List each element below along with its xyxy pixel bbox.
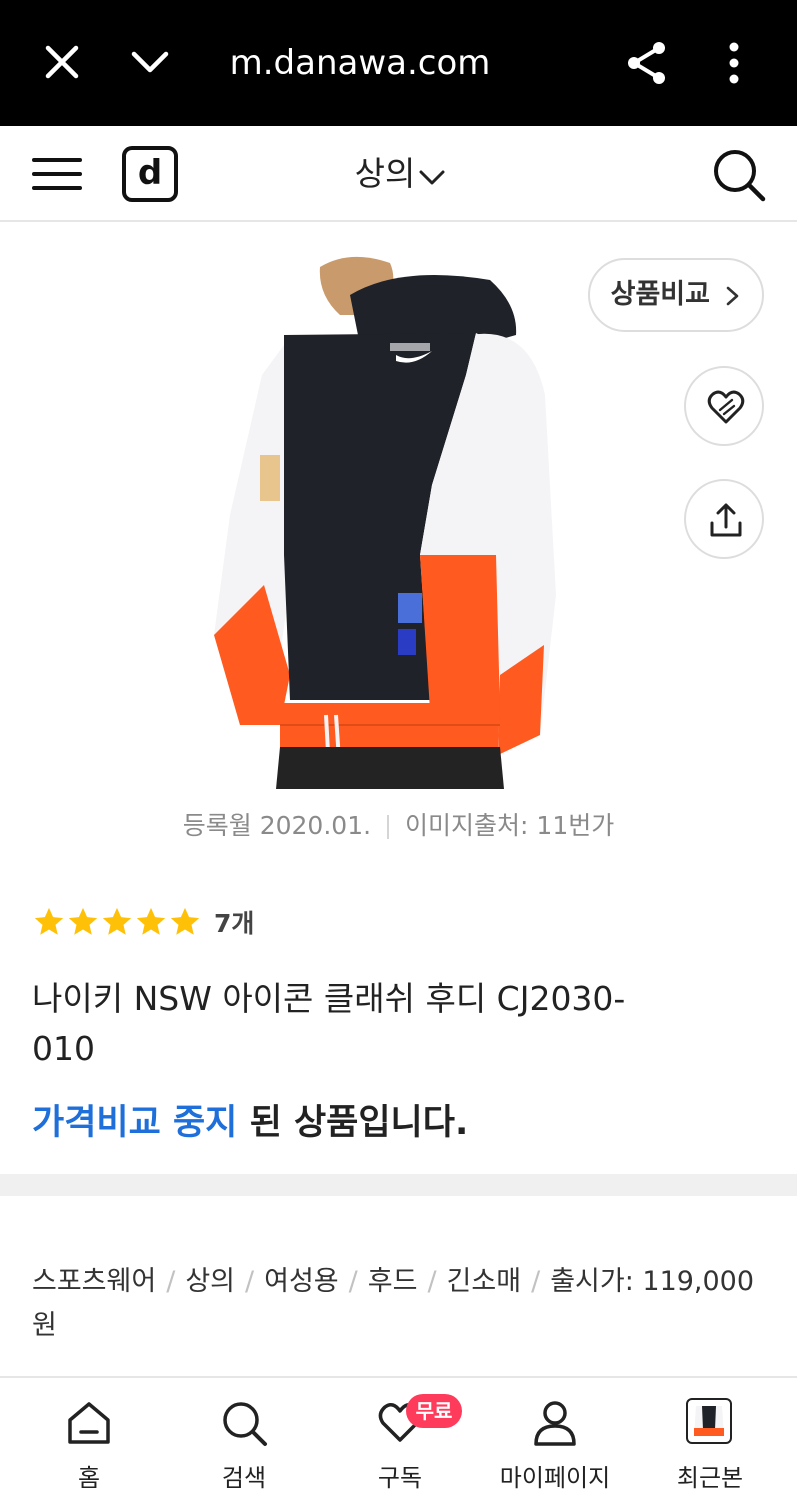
close-icon[interactable] <box>40 40 84 84</box>
star-icon <box>170 907 200 935</box>
nav-mypage[interactable]: 마이페이지 <box>485 1378 625 1500</box>
spec-line: 스포츠웨어 / 상의 / 여성용 / 후드 / 긴소매 / 출시가: 119,000원 <box>32 1266 755 1341</box>
url-bar[interactable]: m.danawa.com <box>200 38 520 88</box>
more-vertical-icon[interactable] <box>716 38 752 88</box>
divider <box>387 815 390 839</box>
chevron-down-icon[interactable] <box>128 40 172 84</box>
section-divider <box>0 1174 797 1196</box>
share-button[interactable] <box>684 479 764 559</box>
rating[interactable]: 7개 <box>32 900 254 944</box>
app-header: d 상의 <box>0 126 797 222</box>
spec-item: 상의 <box>185 1266 235 1297</box>
wishlist-button[interactable] <box>684 366 764 446</box>
spec-item: 후드 <box>367 1266 418 1297</box>
bottom-nav: 홈 검색 무료 구독 마이페이지 최근본 <box>0 1376 797 1500</box>
category-selector[interactable]: 상의 <box>330 148 470 200</box>
heart-icon <box>707 390 745 424</box>
review-count: 7개 <box>214 909 255 938</box>
image-source: 이미지출처: 11번가 <box>405 811 615 840</box>
nav-recent-label: 최근본 <box>676 1464 744 1492</box>
search-icon <box>223 1402 267 1446</box>
spec-item: 긴소매 <box>446 1266 522 1297</box>
spec-item: 여성용 <box>264 1266 339 1297</box>
product-title: 나이키 NSW 아이콘 클래쉬 후디 CJ2030-010 <box>32 979 626 1068</box>
status-text: 가격비교 중지 된 상품입니다. <box>32 1098 732 1148</box>
danawa-logo[interactable]: d <box>122 146 178 202</box>
search-icon[interactable] <box>710 146 768 204</box>
user-icon <box>534 1401 576 1446</box>
recent-product-thumbnail <box>686 1398 732 1444</box>
status-highlight: 가격비교 중지 <box>32 1103 238 1143</box>
nav-search-label: 검색 <box>221 1464 267 1492</box>
compare-label: 상품비교 <box>610 279 710 310</box>
nav-search[interactable]: 검색 <box>174 1378 314 1500</box>
nav-subscribe-label: 구독 <box>377 1464 423 1492</box>
register-date: 등록월 2020.01. <box>182 811 372 840</box>
compare-button[interactable]: 상품비교 <box>588 258 764 332</box>
product-image[interactable] <box>200 255 562 789</box>
home-icon <box>68 1402 110 1444</box>
share-icon[interactable] <box>622 38 672 88</box>
browser-toolbar: m.danawa.com <box>0 0 797 126</box>
upload-icon <box>710 503 742 537</box>
status-rest: 된 상품입니다. <box>237 1103 469 1143</box>
menu-icon[interactable] <box>30 152 84 196</box>
nav-recent[interactable]: 최근본 <box>640 1378 780 1500</box>
chevron-down-icon <box>419 150 445 202</box>
star-icon <box>34 907 64 935</box>
star-icon <box>68 907 98 935</box>
nav-home-label: 홈 <box>77 1464 101 1492</box>
spec-item: 스포츠웨어 <box>32 1266 157 1297</box>
star-icon <box>136 907 166 935</box>
image-meta: 등록월 2020.01. 이미지출처: 11번가 <box>0 806 797 846</box>
nav-home[interactable]: 홈 <box>19 1378 159 1500</box>
category-label: 상의 <box>354 154 416 193</box>
free-badge: 무료 <box>406 1394 462 1428</box>
star-rating <box>32 905 202 939</box>
star-icon <box>102 907 132 935</box>
chevron-right-icon <box>727 286 739 305</box>
nav-subscribe[interactable]: 무료 구독 <box>330 1378 470 1500</box>
nav-mypage-label: 마이페이지 <box>499 1464 611 1492</box>
